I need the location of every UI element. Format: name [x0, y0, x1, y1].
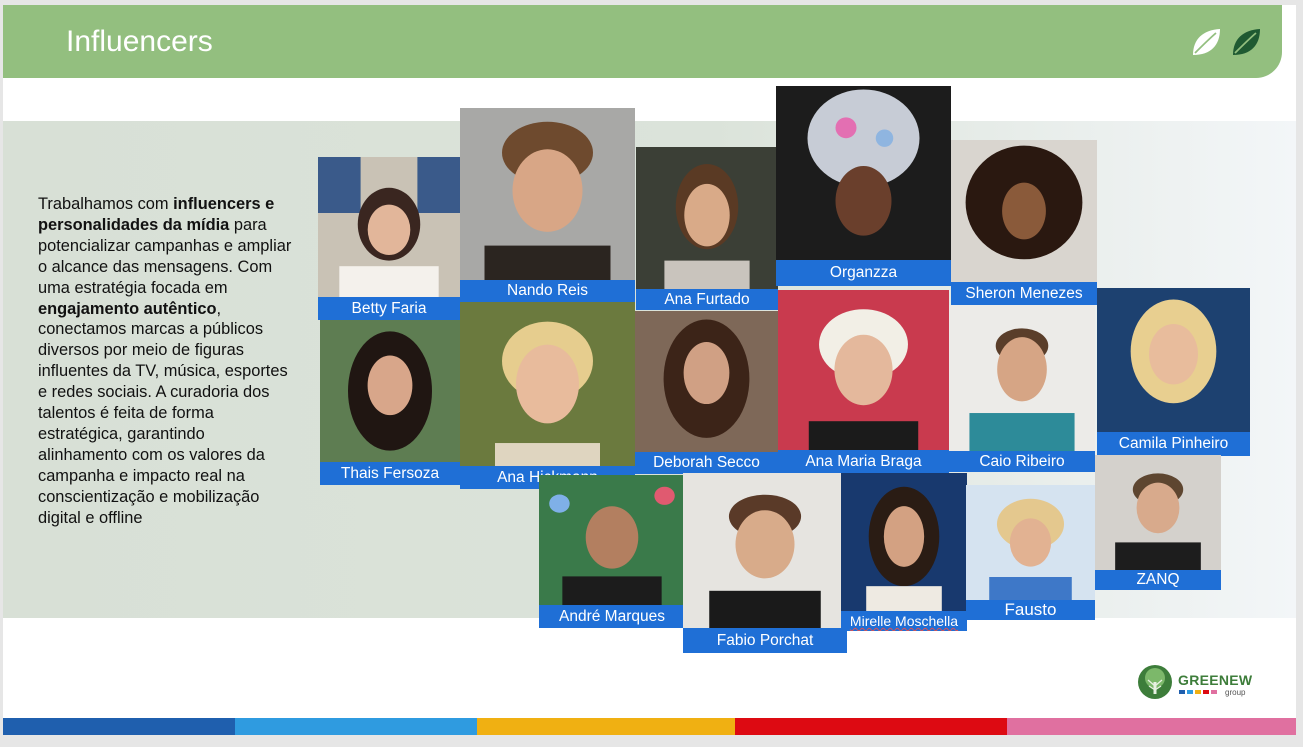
logo-color-dots [1179, 690, 1217, 694]
influencer-photo [460, 108, 635, 280]
influencer-name: Caio Ribeiro [949, 451, 1095, 472]
influencer-card: ZANQ [1095, 455, 1221, 590]
influencer-card: Ana Maria Braga [778, 290, 949, 473]
slide-title: Influencers [66, 25, 213, 58]
influencer-photo [635, 311, 778, 452]
influencer-card: Ana Hickmann [460, 302, 635, 489]
stripe-light-blue [235, 718, 477, 735]
influencer-card: Betty Faria [318, 157, 460, 320]
influencer-card: Fausto [966, 485, 1095, 620]
influencer-card: Organzza [776, 86, 951, 286]
influencer-photo [951, 140, 1097, 282]
greenew-tree-logo-icon [1138, 665, 1172, 699]
influencer-name: Ana Furtado [636, 289, 778, 310]
influencer-photo [949, 305, 1095, 451]
stripe-yellow [477, 718, 735, 735]
stripe-red [735, 718, 1007, 735]
influencer-name: Fausto [966, 600, 1095, 620]
header-bar: Influencers [3, 5, 1282, 78]
influencer-name: Ana Maria Braga [778, 450, 949, 473]
influencer-card: Camila Pinheiro [1097, 288, 1250, 456]
influencer-photo [683, 473, 847, 628]
influencer-photo [966, 485, 1095, 600]
influencer-photo [460, 302, 635, 466]
influencer-name: ZANQ [1095, 570, 1221, 590]
influencer-name: Camila Pinheiro [1097, 432, 1250, 456]
intro-bold-2: engajamento autêntico [38, 299, 217, 318]
influencer-name: Nando Reis [460, 280, 635, 302]
influencer-name: Fabio Porchat [683, 628, 847, 653]
influencer-card: Sheron Menezes [951, 140, 1097, 305]
influencer-card: Nando Reis [460, 108, 635, 302]
influencer-name: Betty Faria [318, 297, 460, 320]
stripe-pink [1007, 718, 1296, 735]
influencer-name: Thais Fersoza [320, 462, 460, 485]
influencer-name: Mirelle Moschella [841, 611, 967, 631]
influencer-photo [320, 320, 460, 462]
influencer-card: Thais Fersoza [320, 320, 460, 485]
influencer-photo [539, 475, 685, 605]
influencer-card: Caio Ribeiro [949, 305, 1095, 472]
influencer-name: Deborah Secco [635, 452, 778, 474]
influencer-name: Sheron Menezes [951, 282, 1097, 305]
slide: Influencers Trabalhamos com influencers … [3, 5, 1296, 735]
influencer-photo [1097, 288, 1250, 432]
influencer-photo [841, 473, 967, 611]
green-leaf-icon [1233, 29, 1260, 55]
logo-sub: group [1225, 688, 1246, 697]
influencer-name: André Marques [539, 605, 685, 628]
influencer-card: André Marques [539, 475, 685, 628]
influencer-card: Ana Furtado [636, 147, 778, 310]
bottom-color-stripes [3, 718, 1296, 735]
stripe-blue [3, 718, 235, 735]
influencer-card: Fabio Porchat [683, 473, 847, 653]
influencer-photo [1095, 455, 1221, 570]
influencer-card: Deborah Secco [635, 311, 778, 474]
influencer-name: Organzza [776, 260, 951, 286]
intro-text-3: , conectamos marcas a públicos diversos … [38, 299, 288, 527]
intro-text: Trabalhamos com influencers e personalid… [38, 194, 298, 529]
influencer-photo [636, 147, 778, 289]
white-leaf-icon [1193, 29, 1220, 55]
logo-name: GREENEW [1178, 672, 1253, 688]
influencer-photo [778, 290, 949, 450]
intro-text-1: Trabalhamos com [38, 195, 174, 213]
influencer-photo [776, 86, 951, 260]
influencer-photo [318, 157, 460, 297]
influencer-card: Mirelle Moschella [841, 473, 967, 631]
